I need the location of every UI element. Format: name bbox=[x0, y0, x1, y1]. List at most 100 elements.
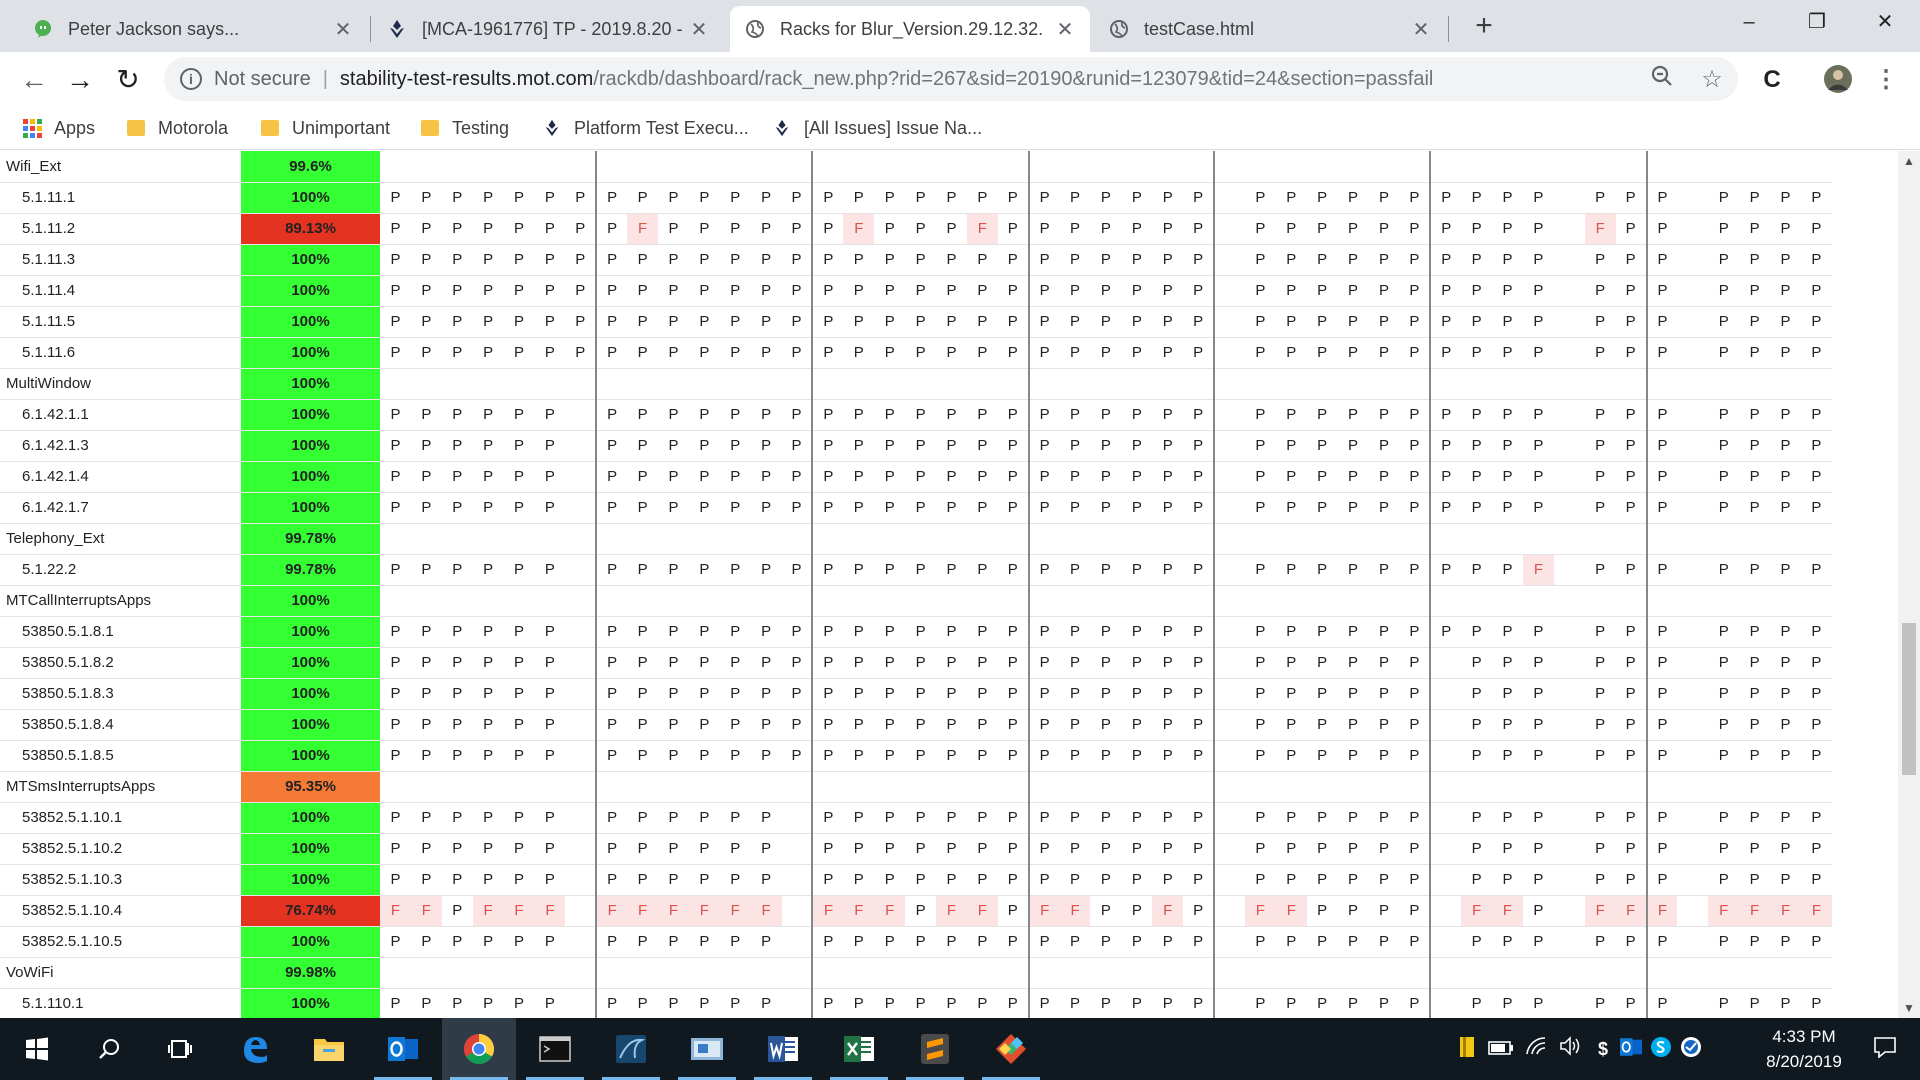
pass-result-cell[interactable]: P bbox=[1461, 616, 1493, 648]
pass-result-cell[interactable]: P bbox=[441, 461, 473, 493]
pass-result-cell[interactable]: P bbox=[1337, 864, 1369, 896]
pass-result-cell[interactable]: P bbox=[1492, 988, 1523, 1018]
pass-result-cell[interactable]: P bbox=[441, 492, 473, 524]
pass-result-cell[interactable]: P bbox=[1121, 492, 1153, 524]
fail-result-cell[interactable]: F bbox=[936, 895, 967, 927]
pass-result-cell[interactable]: P bbox=[534, 461, 566, 493]
pass-result-cell[interactable]: P bbox=[1244, 833, 1276, 865]
pass-result-cell[interactable]: P bbox=[1584, 864, 1616, 896]
pass-result-cell[interactable]: P bbox=[1337, 182, 1369, 214]
pass-result-cell[interactable]: P bbox=[719, 337, 751, 369]
pass-result-cell[interactable]: P bbox=[1275, 461, 1307, 493]
pass-result-cell[interactable]: P bbox=[750, 709, 782, 741]
pass-result-cell[interactable]: P bbox=[1645, 182, 1678, 214]
pass-result-cell[interactable]: P bbox=[1492, 647, 1523, 679]
pass-result-cell[interactable]: P bbox=[1492, 306, 1523, 338]
pass-result-cell[interactable]: P bbox=[905, 213, 937, 245]
pass-result-cell[interactable]: P bbox=[1337, 244, 1369, 276]
pass-result-cell[interactable]: P bbox=[1244, 678, 1276, 710]
pass-result-cell[interactable]: P bbox=[1337, 492, 1369, 524]
star-bookmark-icon[interactable]: ☆ bbox=[1696, 64, 1728, 96]
pass-result-cell[interactable]: P bbox=[1059, 554, 1091, 586]
pass-result-cell[interactable]: P bbox=[1121, 275, 1153, 307]
pass-result-cell[interactable]: P bbox=[627, 926, 659, 958]
fail-result-cell[interactable]: F bbox=[658, 895, 689, 927]
pass-result-cell[interactable]: P bbox=[688, 306, 720, 338]
pass-result-cell[interactable]: P bbox=[874, 399, 906, 431]
pass-result-cell[interactable]: P bbox=[1429, 306, 1462, 338]
pass-result-cell[interactable]: P bbox=[627, 461, 659, 493]
pass-result-cell[interactable]: P bbox=[781, 244, 813, 276]
pass-result-cell[interactable]: P bbox=[936, 461, 967, 493]
pass-result-cell[interactable]: P bbox=[380, 337, 411, 369]
pass-result-cell[interactable]: P bbox=[1368, 988, 1400, 1018]
pass-result-cell[interactable]: P bbox=[441, 709, 473, 741]
pass-result-cell[interactable]: P bbox=[1090, 461, 1122, 493]
pass-result-cell[interactable]: P bbox=[380, 864, 411, 896]
test-id[interactable]: 53850.5.1.8.1 bbox=[0, 616, 241, 648]
pass-result-cell[interactable]: P bbox=[1615, 430, 1647, 462]
pass-result-cell[interactable]: P bbox=[781, 337, 813, 369]
pass-result-cell[interactable]: P bbox=[843, 647, 875, 679]
pass-result-cell[interactable]: P bbox=[627, 833, 659, 865]
pass-result-cell[interactable]: P bbox=[503, 275, 535, 307]
pass-result-cell[interactable]: P bbox=[936, 492, 967, 524]
pass-result-cell[interactable]: P bbox=[1645, 554, 1678, 586]
pass-result-cell[interactable]: P bbox=[843, 616, 875, 648]
vpn-icon[interactable] bbox=[1678, 1036, 1704, 1062]
pass-result-cell[interactable]: P bbox=[966, 647, 998, 679]
pass-result-cell[interactable]: P bbox=[1584, 709, 1616, 741]
sublime-icon[interactable] bbox=[898, 1018, 972, 1080]
pass-result-cell[interactable]: P bbox=[1615, 740, 1647, 772]
pass-result-cell[interactable]: P bbox=[1337, 709, 1369, 741]
pass-result-cell[interactable]: P bbox=[1090, 399, 1122, 431]
pass-result-cell[interactable]: P bbox=[1492, 399, 1523, 431]
tab-mca-jira[interactable]: [MCA-1961776] TP - 2019.8.20 - ✕ bbox=[372, 6, 724, 52]
pass-result-cell[interactable]: P bbox=[1522, 647, 1554, 679]
pass-result-cell[interactable]: P bbox=[1708, 213, 1740, 245]
pass-result-cell[interactable]: P bbox=[1645, 492, 1678, 524]
pass-result-cell[interactable]: P bbox=[658, 182, 689, 214]
pass-result-cell[interactable]: P bbox=[1615, 461, 1647, 493]
pass-result-cell[interactable]: P bbox=[1584, 182, 1616, 214]
pass-result-cell[interactable]: P bbox=[997, 492, 1029, 524]
pass-result-cell[interactable]: P bbox=[1429, 182, 1462, 214]
pass-result-cell[interactable]: P bbox=[1183, 802, 1215, 834]
pass-result-cell[interactable]: P bbox=[781, 740, 813, 772]
pass-result-cell[interactable]: P bbox=[1027, 802, 1060, 834]
pass-result-cell[interactable]: P bbox=[1275, 833, 1307, 865]
pass-result-cell[interactable]: P bbox=[1645, 399, 1678, 431]
pass-result-cell[interactable]: P bbox=[1183, 244, 1215, 276]
pass-result-cell[interactable]: P bbox=[1059, 709, 1091, 741]
pass-result-cell[interactable]: P bbox=[1183, 430, 1215, 462]
fail-result-cell[interactable]: F bbox=[1645, 895, 1678, 927]
pass-result-cell[interactable]: P bbox=[1183, 926, 1215, 958]
pass-result-cell[interactable]: P bbox=[1522, 709, 1554, 741]
pass-result-cell[interactable]: P bbox=[1645, 213, 1678, 245]
back-icon[interactable]: ← bbox=[14, 60, 54, 100]
pass-result-cell[interactable]: P bbox=[966, 802, 998, 834]
pass-result-cell[interactable]: P bbox=[811, 182, 844, 214]
pass-result-cell[interactable]: P bbox=[1306, 864, 1338, 896]
pass-result-cell[interactable]: P bbox=[719, 709, 751, 741]
pass-result-cell[interactable]: P bbox=[1090, 895, 1122, 927]
pass-result-cell[interactable]: P bbox=[719, 461, 751, 493]
pass-result-cell[interactable]: P bbox=[410, 833, 442, 865]
pass-result-cell[interactable]: P bbox=[874, 213, 906, 245]
test-id[interactable]: 53850.5.1.8.4 bbox=[0, 709, 241, 741]
pass-result-cell[interactable]: P bbox=[997, 709, 1029, 741]
pass-result-cell[interactable]: P bbox=[1027, 399, 1060, 431]
pass-result-cell[interactable]: P bbox=[1090, 306, 1122, 338]
pass-result-cell[interactable]: P bbox=[1090, 926, 1122, 958]
pass-result-cell[interactable]: P bbox=[1368, 895, 1400, 927]
pass-result-cell[interactable]: P bbox=[503, 306, 535, 338]
pass-result-cell[interactable]: P bbox=[1492, 864, 1523, 896]
pass-result-cell[interactable]: P bbox=[719, 616, 751, 648]
pass-result-cell[interactable]: P bbox=[688, 492, 720, 524]
pass-result-cell[interactable]: P bbox=[441, 244, 473, 276]
pass-result-cell[interactable]: P bbox=[1739, 740, 1771, 772]
pass-result-cell[interactable]: P bbox=[658, 988, 689, 1018]
pass-result-cell[interactable]: P bbox=[1059, 740, 1091, 772]
fail-result-cell[interactable]: F bbox=[1708, 895, 1740, 927]
pass-result-cell[interactable]: P bbox=[1183, 337, 1215, 369]
